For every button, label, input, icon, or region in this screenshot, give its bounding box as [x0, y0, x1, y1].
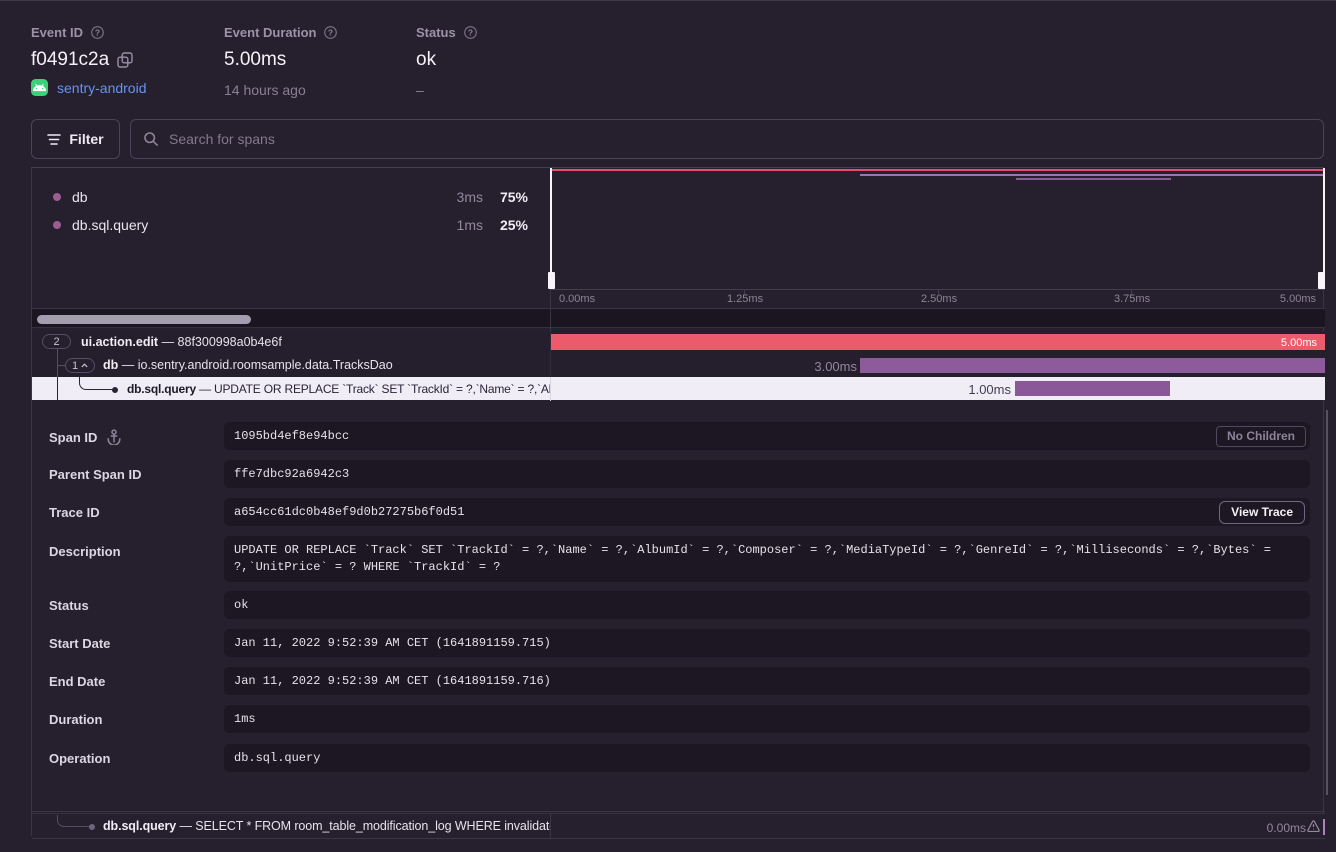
svg-text:?: ? [468, 28, 473, 38]
svg-text:?: ? [95, 28, 100, 38]
svg-text:?: ? [328, 28, 333, 38]
